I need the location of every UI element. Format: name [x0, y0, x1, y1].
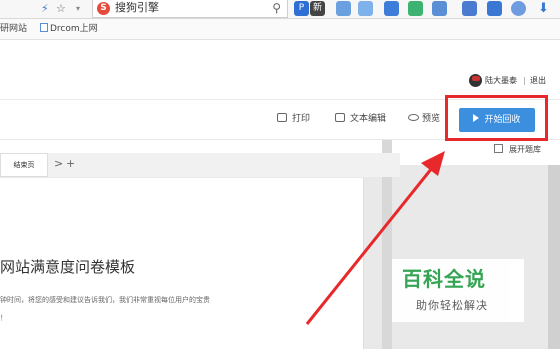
- annotation-arrow: [305, 151, 445, 325]
- arrow-head: [421, 151, 445, 176]
- arrow-line: [305, 162, 438, 325]
- highlight-box: [445, 95, 548, 141]
